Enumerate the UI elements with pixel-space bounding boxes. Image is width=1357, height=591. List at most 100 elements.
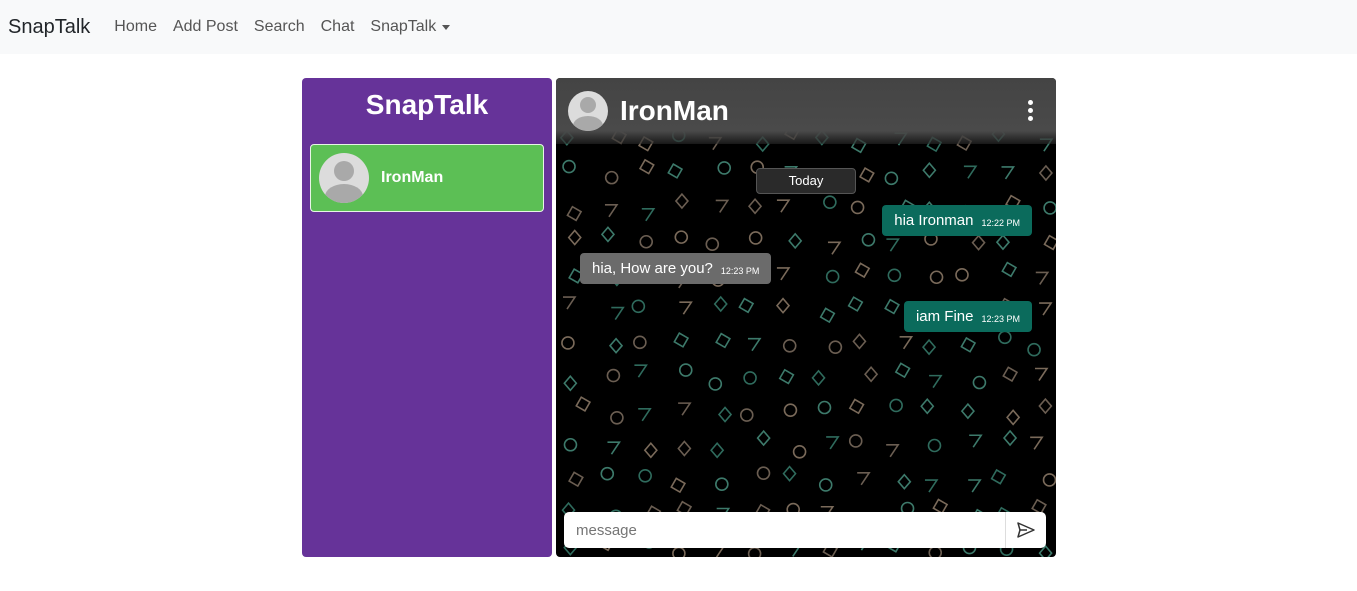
pattern-doodle [783, 403, 798, 417]
pattern-doodle [641, 208, 656, 222]
avatar-icon [568, 91, 608, 131]
message-time: 12:22 PM [981, 217, 1020, 228]
avatar-icon [319, 153, 369, 203]
pattern-doodle [738, 297, 755, 314]
pattern-doodle [889, 398, 903, 413]
pattern-doodle [743, 371, 757, 385]
pattern-doodle [1042, 473, 1056, 487]
chat-panel: IronMan Today hia Ironman 12:22 PM hia, … [556, 78, 1056, 557]
message-bubble: hia Ironman 12:22 PM [882, 205, 1032, 236]
pattern-doodle [604, 204, 619, 218]
pattern-doodle [858, 167, 875, 183]
pattern-doodle [924, 479, 939, 493]
pattern-doodle [792, 444, 807, 459]
pattern-doodle [971, 234, 986, 251]
pattern-doodle [922, 338, 937, 356]
dropdown-label: SnapTalk [370, 18, 437, 35]
pattern-doodle [775, 297, 791, 314]
pattern-doodle [828, 340, 843, 354]
nav-snaptalk-dropdown[interactable]: SnapTalk [370, 18, 451, 36]
pattern-doodle [897, 473, 912, 490]
pattern-doodle [561, 336, 575, 350]
pattern-doodle [643, 441, 658, 459]
chat-contact-name: IronMan [620, 95, 729, 126]
brand-link[interactable]: SnapTalk [8, 16, 90, 39]
pattern-doodle [639, 234, 654, 249]
pattern-doodle [600, 466, 615, 481]
pattern-doodle [782, 339, 797, 353]
pattern-doodle [920, 398, 935, 415]
pattern-doodle [848, 434, 863, 448]
pattern-doodle [998, 330, 1012, 345]
pattern-doodle [782, 465, 797, 482]
message-bubble: hia, How are you? 12:23 PM [580, 253, 772, 284]
pattern-doodle [990, 468, 1007, 485]
pattern-doodle [563, 437, 578, 452]
nav-search[interactable]: Search [254, 18, 305, 36]
pattern-doodle [638, 408, 652, 422]
pattern-doodle [1043, 201, 1056, 215]
pattern-doodle [847, 296, 864, 312]
pattern-doodle [748, 231, 763, 245]
pattern-doodle [861, 232, 876, 247]
pattern-doodle [575, 396, 592, 412]
pattern-doodle [968, 479, 982, 493]
pattern-doodle [739, 408, 754, 422]
pattern-doodle [929, 270, 944, 285]
pattern-doodle [670, 477, 687, 494]
message-text: iam Fine [915, 308, 974, 325]
pattern-doodle [955, 268, 969, 282]
pattern-doodle [717, 161, 732, 175]
caret-down-icon [442, 24, 451, 30]
message-composer [564, 512, 1046, 548]
pattern-doodle [708, 377, 723, 391]
chat-header: IronMan [556, 78, 1056, 144]
date-separator: Today [756, 168, 856, 194]
pattern-doodle [1001, 166, 1016, 180]
pattern-doodle [827, 241, 842, 255]
send-button[interactable] [1005, 512, 1046, 548]
pattern-doodle [884, 171, 899, 186]
pattern-doodle [823, 195, 837, 209]
pattern-doodle [678, 402, 692, 416]
pattern-doodle [715, 477, 729, 492]
pattern-doodle [674, 192, 689, 210]
nav-chat[interactable]: Chat [321, 18, 355, 36]
pattern-doodle [1002, 366, 1019, 383]
pattern-doodle [1038, 397, 1053, 415]
pattern-doodle [715, 199, 730, 213]
pattern-doodle [1034, 367, 1049, 381]
contact-item-ironman[interactable]: IronMan [310, 144, 544, 212]
pattern-doodle [884, 298, 900, 315]
nav-home[interactable]: Home [114, 18, 157, 36]
pattern-doodle [826, 436, 840, 450]
pattern-doodle [568, 471, 584, 488]
kebab-menu-icon[interactable] [1028, 100, 1034, 124]
message-text: hia, How are you? [592, 260, 713, 277]
send-icon [1017, 522, 1035, 538]
pattern-doodle [673, 332, 690, 348]
pattern-doodle [960, 402, 975, 420]
message-time: 12:23 PM [981, 313, 1020, 324]
pattern-doodle [1039, 302, 1053, 316]
contact-name: IronMan [381, 169, 444, 186]
pattern-doodle [747, 197, 763, 215]
pattern-doodle [886, 444, 900, 458]
message-input[interactable] [564, 512, 1018, 548]
pattern-doodle [717, 406, 733, 423]
pattern-doodle [818, 478, 833, 492]
message-text: hia Ironman [894, 212, 974, 229]
nav-add-post[interactable]: Add Post [173, 18, 238, 36]
pattern-doodle [678, 363, 693, 377]
pattern-doodle [929, 374, 943, 389]
pattern-doodle [1027, 342, 1041, 357]
pattern-doodle [674, 230, 689, 244]
pattern-doodle [922, 162, 937, 179]
pattern-doodle [864, 366, 879, 383]
pattern-doodle [894, 362, 911, 379]
pattern-doodle [1001, 261, 1018, 278]
pattern-doodle [995, 233, 1011, 251]
pattern-doodle [604, 170, 619, 185]
pattern-doodle [1043, 234, 1056, 251]
pattern-doodle [563, 296, 577, 310]
